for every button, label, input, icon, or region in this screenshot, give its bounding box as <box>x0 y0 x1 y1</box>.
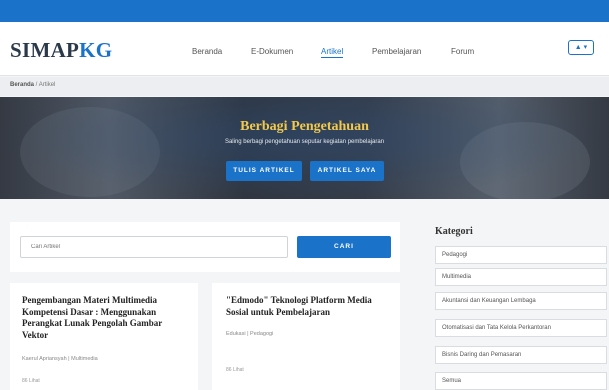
breadcrumb-current: Artikel <box>38 82 56 88</box>
breadcrumb-home[interactable]: Beranda <box>10 82 34 88</box>
nav-item-artikel[interactable]: Artikel <box>321 47 344 58</box>
category-item[interactable]: Otomatisasi dan Tata Kelola Perkantoran <box>435 319 607 337</box>
breadcrumb: Beranda / Artikel <box>10 82 55 88</box>
nav-item-e-dokumen[interactable]: E-Dokumen <box>251 47 293 56</box>
article-views: 86 Lihat <box>22 378 40 384</box>
hero-subtitle: Saling berbagi pengetahuan seputar kegia… <box>224 139 385 145</box>
article-meta: Edukasi | Pedagogi <box>226 331 274 337</box>
hero-overlay <box>0 97 609 199</box>
category-item[interactable]: Akuntansi dan Keuangan Lembaga <box>435 292 607 310</box>
hero-title: Berbagi Pengetahuan <box>240 119 369 134</box>
nav-item-forum[interactable]: Forum <box>451 47 474 56</box>
category-sidebar: Kategori Pedagogi Multimedia Akuntansi d… <box>427 222 609 390</box>
category-item[interactable]: Multimedia <box>435 268 607 286</box>
article-title[interactable]: Pengembangan Materi Multimedia Kompetens… <box>22 295 190 341</box>
category-item[interactable]: Bisnis Daring dan Pemasaran <box>435 346 607 364</box>
search-button[interactable]: CARI <box>297 236 391 258</box>
breadcrumb-bar: Beranda / Artikel <box>0 77 609 96</box>
my-articles-button[interactable]: ARTIKEL SAYA <box>310 161 384 181</box>
nav-item-beranda[interactable]: Beranda <box>192 47 222 56</box>
article-views: 86 Lihat <box>226 367 244 373</box>
article-card[interactable]: Pengembangan Materi Multimedia Kompetens… <box>10 283 198 390</box>
category-heading: Kategori <box>435 226 473 237</box>
article-card[interactable]: "Edmodo" Teknologi Platform Media Sosial… <box>212 283 400 390</box>
category-item[interactable]: Pedagogi <box>435 246 607 264</box>
search-input[interactable] <box>20 236 288 258</box>
search-card: CARI <box>10 222 400 272</box>
hero-banner: Berbagi Pengetahuan Saling berbagi penge… <box>0 97 609 199</box>
nav-item-pembelajaran[interactable]: Pembelajaran <box>372 47 421 56</box>
logo-text-part2: KG <box>79 38 113 62</box>
logo-text-part1: SIMAP <box>10 38 80 62</box>
article-meta: Kaerul Apriansyah | Multimedia <box>22 356 98 362</box>
navbar: SIMAPKG Beranda E-Dokumen Artikel Pembel… <box>0 22 609 76</box>
site-logo[interactable]: SIMAPKG <box>10 38 112 63</box>
write-article-button[interactable]: TULIS ARTIKEL <box>226 161 302 181</box>
user-menu-button[interactable]: ▲ ▾ <box>568 40 594 55</box>
category-item[interactable]: Semua <box>435 372 607 390</box>
article-title[interactable]: "Edmodo" Teknologi Platform Media Sosial… <box>226 295 394 318</box>
top-color-bar <box>0 0 609 22</box>
